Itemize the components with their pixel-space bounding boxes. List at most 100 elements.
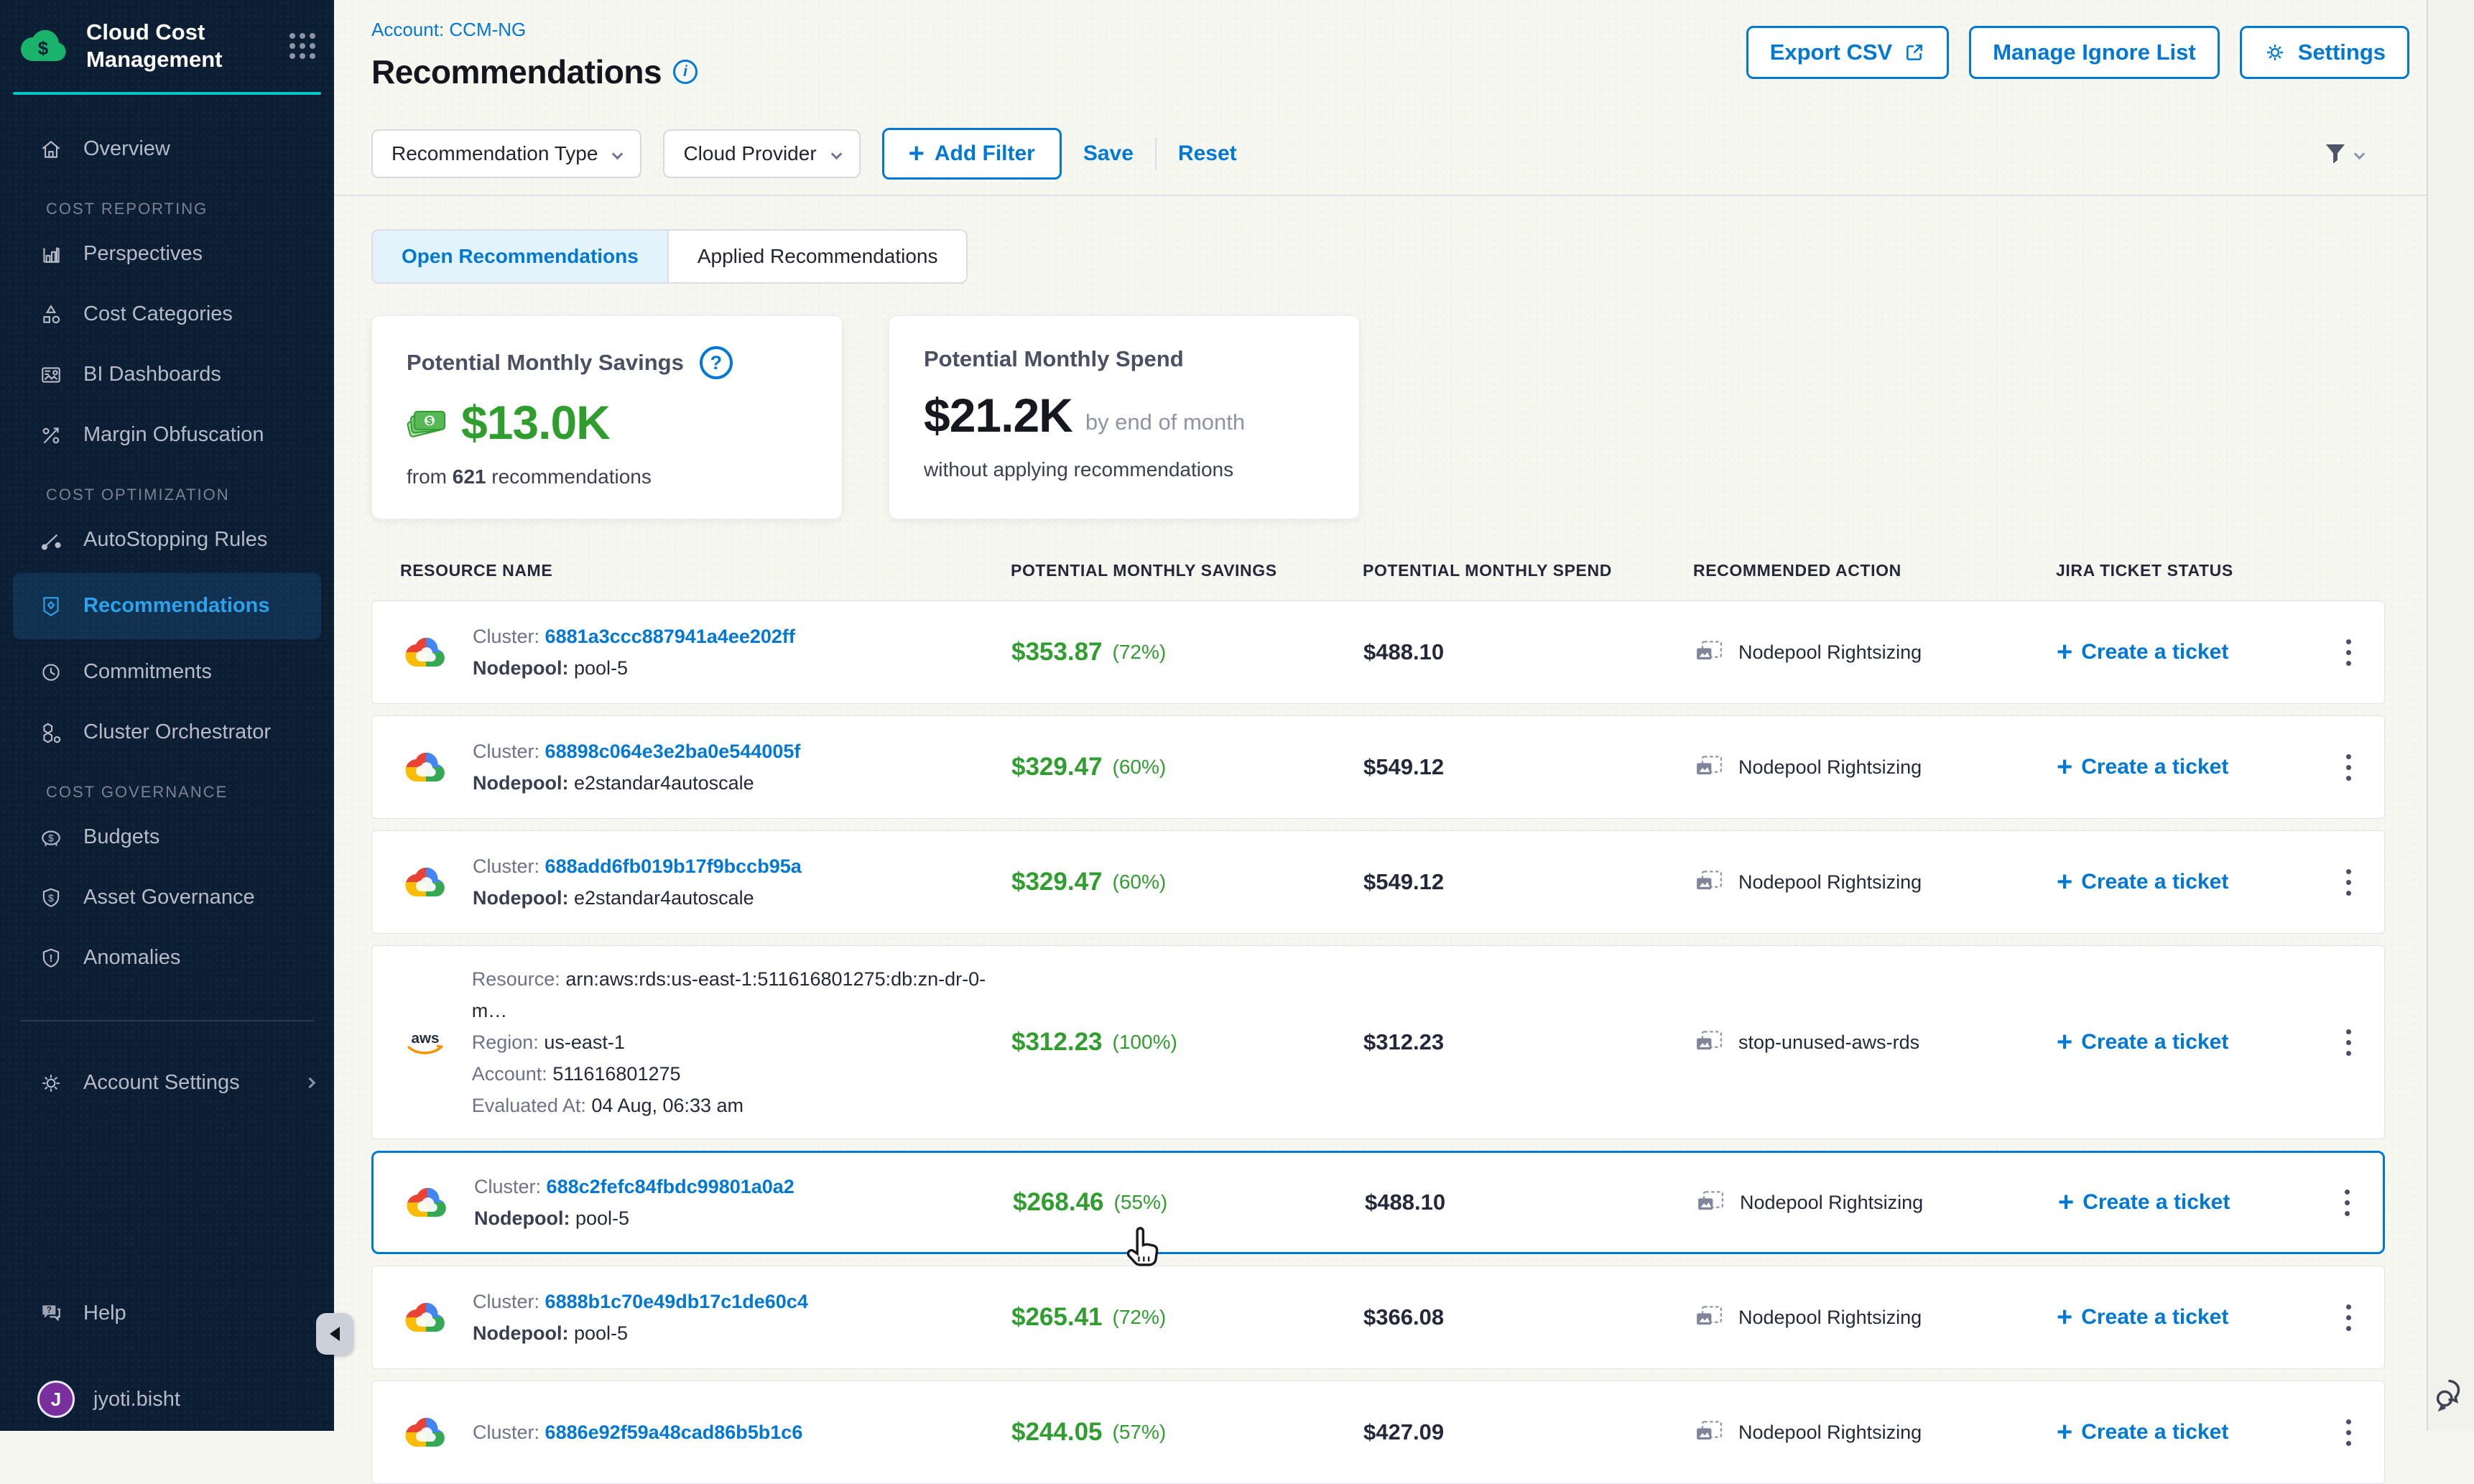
info-icon[interactable]: i [673,60,698,84]
sidebar-item-bi-dashboards[interactable]: BI Dashboards [0,345,334,405]
support-chat-icon[interactable] [2431,1373,2471,1414]
resource-link[interactable]: 688c2fefc84fbdc99801a0a2 [547,1176,794,1197]
plus-icon: + [2057,753,2072,781]
table-row[interactable]: Cluster: 6888b1c70e49db17c1de60c4Nodepoo… [371,1266,2385,1369]
sidebar-item-label: BI Dashboards [83,363,221,386]
recommended-action-label: stop-unused-aws-rds [1738,1031,1919,1054]
sidebar-item-account-settings[interactable]: Account Settings [0,1053,334,1113]
plus-icon: + [2057,1304,2072,1331]
gcp-cloud-icon [401,749,451,785]
col-resource-name: RESOURCE NAME [400,561,1011,580]
savings-percent: (60%) [1113,756,1167,779]
table-row[interactable]: Cluster: 68898c064e3e2ba0e544005fNodepoo… [371,715,2385,819]
nodepool-action-icon [1695,1189,1725,1215]
kebab-menu-icon[interactable] [2342,865,2355,900]
kebab-menu-icon[interactable] [2342,635,2355,670]
sidebar-item-cost-categories[interactable]: Cost Categories [0,284,334,345]
autostopping-icon [37,528,65,552]
module-grid-icon[interactable] [289,33,315,59]
sidebar-item-overview[interactable]: Overview [0,119,334,180]
page-header: Account: CCM-NG Recommendations i Export… [334,0,2427,91]
resource-line: Cluster: 6881a3ccc887941a4ee202ff [473,621,795,652]
resource-link[interactable]: 688add6fb019b17f9bccb95a [545,855,802,877]
kebab-menu-icon[interactable] [2342,1300,2355,1335]
col-jira-ticket-status: JIRA TICKET STATUS [2056,561,2307,580]
savings-total-value: $13.0K [461,395,610,450]
sidebar-item-perspectives[interactable]: Perspectives [0,224,334,284]
resource-link[interactable]: 6881a3ccc887941a4ee202ff [545,626,795,647]
resource-link[interactable]: 6886e92f59a48cad86b5b1c6 [545,1422,803,1443]
resource-line: Cluster: 68898c064e3e2ba0e544005f [473,736,800,767]
svg-text:?: ? [47,1305,52,1314]
tab-open-recommendations[interactable]: Open Recommendations [373,231,667,282]
savings-cell: $265.41(72%) [1011,1303,1363,1332]
sidebar-collapse-handle[interactable] [316,1313,353,1355]
question-icon[interactable]: ? [700,346,733,379]
create-ticket-button[interactable]: +Create a ticket [2057,753,2228,781]
sidebar-item-commitments[interactable]: Commitments [0,642,334,702]
savings-value: $265.41 [1011,1303,1103,1332]
resource-link[interactable]: 6888b1c70e49db17c1de60c4 [545,1291,808,1312]
save-filter-button[interactable]: Save [1083,142,1134,166]
sidebar-item-budgets[interactable]: $ Budgets [0,807,334,868]
savings-card-title: Potential Monthly Savings [407,350,684,376]
create-ticket-button[interactable]: +Create a ticket [2057,868,2228,896]
sidebar-item-label: Anomalies [83,946,180,970]
create-ticket-button[interactable]: +Create a ticket [2058,1189,2230,1216]
recommendation-type-select[interactable]: Recommendation Type [371,129,641,178]
external-link-icon [1904,42,1925,63]
kebab-menu-icon[interactable] [2342,1025,2355,1060]
create-ticket-button[interactable]: +Create a ticket [2057,1029,2228,1056]
table-row[interactable]: Cluster: 688add6fb019b17f9bccb95aNodepoo… [371,830,2385,934]
create-ticket-button[interactable]: +Create a ticket [2057,1304,2228,1331]
recommendations-icon [37,594,65,618]
recommended-action-cell: Nodepool Rightsizing [1694,639,2057,665]
cloud-provider-select[interactable]: Cloud Provider [663,129,860,178]
svg-text:!: ! [50,952,53,964]
sidebar-item-autostopping[interactable]: AutoStopping Rules [0,510,334,570]
resource-line: Nodepool: e2standar4autoscale [473,767,800,799]
export-csv-button[interactable]: Export CSV [1746,26,1950,79]
user-menu[interactable]: J jyoti.bisht [0,1369,334,1429]
sidebar-divider [20,1020,314,1021]
tab-applied-recommendations[interactable]: Applied Recommendations [667,231,967,282]
table-row[interactable]: Cluster: 6886e92f59a48cad86b5b1c6$244.05… [371,1381,2385,1484]
filter-panel-toggle[interactable] [2321,140,2363,167]
kebab-menu-icon[interactable] [2342,1415,2355,1450]
sidebar-item-help[interactable]: ? Help [0,1283,334,1343]
gcp-cloud-icon [401,1299,451,1335]
home-icon [37,137,65,162]
page-title: Recommendations [371,52,662,91]
resource-link[interactable]: 68898c064e3e2ba0e544005f [545,741,801,762]
resource-line: Cluster: 688c2fefc84fbdc99801a0a2 [474,1171,794,1202]
reset-filter-button[interactable]: Reset [1178,142,1237,166]
recommended-action-cell: Nodepool Rightsizing [1694,754,2057,780]
add-filter-button[interactable]: +Add Filter [882,128,1062,180]
savings-cell: $312.23(100%) [1011,1028,1363,1057]
gear-icon [37,1071,65,1095]
table-row[interactable]: awsResource: arn:aws:rds:us-east-1:51161… [371,945,2385,1139]
svg-text:$: $ [427,415,432,427]
sidebar-item-margin-obfuscation[interactable]: Margin Obfuscation [0,405,334,465]
section-cost-governance: COST GOVERNANCE [46,783,334,802]
table-row[interactable]: Cluster: 6881a3ccc887941a4ee202ff Nodepoo… [371,600,2385,704]
kebab-menu-icon[interactable] [2342,750,2355,785]
settings-button[interactable]: Settings [2240,26,2409,79]
recommendation-count: 621 [453,465,486,488]
create-ticket-button[interactable]: +Create a ticket [2057,639,2228,666]
gcp-cloud-icon [401,634,451,670]
savings-subtext: from 621 recommendations [407,465,807,488]
savings-value: $329.47 [1011,753,1103,782]
sidebar-item-asset-governance[interactable]: $ Asset Governance [0,868,334,928]
cloud-cost-logo-icon: $ [19,27,72,65]
nodepool-action-icon [1694,869,1724,895]
create-ticket-button[interactable]: +Create a ticket [2057,1419,2228,1446]
sidebar-item-anomalies[interactable]: ! Anomalies [0,928,334,988]
manage-ignore-list-button[interactable]: Manage Ignore List [1969,26,2219,79]
sidebar-item-label: Cluster Orchestrator [83,720,271,744]
recommendations-tabs: Open Recommendations Applied Recommendat… [371,229,968,284]
sidebar-item-recommendations[interactable]: Recommendations [13,573,321,639]
table-row[interactable]: Cluster: 688c2fefc84fbdc99801a0a2Nodepoo… [371,1151,2385,1254]
kebab-menu-icon[interactable] [2340,1185,2354,1220]
sidebar-item-cluster-orchestrator[interactable]: Cluster Orchestrator [0,702,334,763]
